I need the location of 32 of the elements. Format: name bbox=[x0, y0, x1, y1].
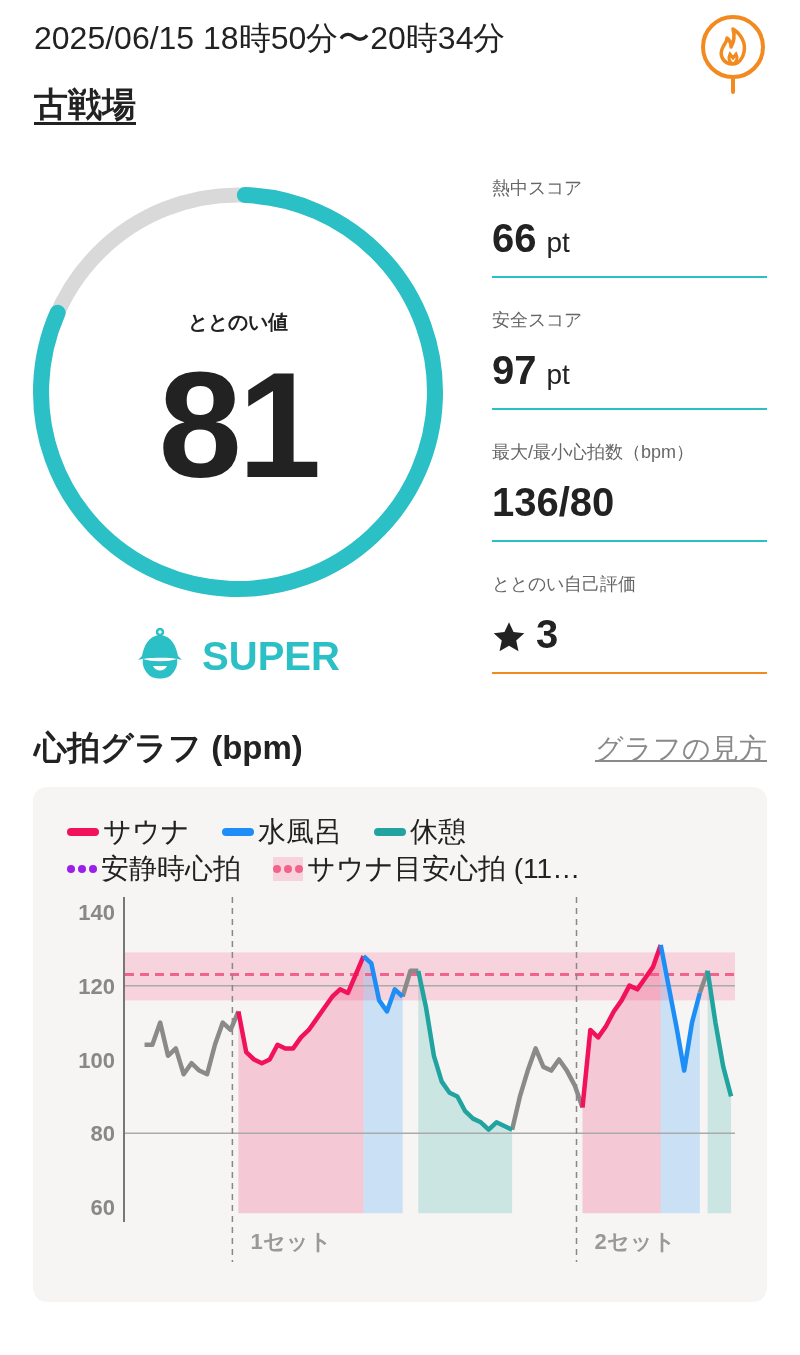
legend-swatch bbox=[273, 856, 303, 881]
stat-value: 66 bbox=[492, 216, 537, 261]
stat-label: 熱中スコア bbox=[492, 177, 583, 200]
stat-value: 136/80 bbox=[492, 480, 615, 525]
legend-label: 水風呂 bbox=[258, 814, 342, 849]
rank-label: SUPER bbox=[202, 633, 340, 679]
place-link[interactable]: 古戦場 bbox=[34, 82, 136, 126]
axis-label: 80 bbox=[90, 1121, 115, 1147]
stat-label: ととのい自己評価 bbox=[492, 573, 637, 596]
session-datetime: 2025/06/15 18時50分〜20時34分 bbox=[34, 19, 506, 58]
legend-swatch bbox=[67, 864, 97, 873]
score-label: ととのい値 bbox=[188, 310, 288, 334]
legend-label: 休憩 bbox=[410, 814, 466, 849]
stat-value: 97 bbox=[492, 348, 537, 393]
stat-label: 安全スコア bbox=[492, 309, 583, 332]
legend-label: サウナ bbox=[103, 814, 190, 849]
axis-label: 60 bbox=[90, 1195, 115, 1221]
legend-label: サウナ目安心拍 (11… bbox=[307, 851, 581, 886]
stat-unit: pt bbox=[546, 227, 570, 259]
stat-unit: pt bbox=[546, 359, 570, 391]
section-title: 心拍グラフ (bpm) bbox=[34, 728, 303, 768]
set-label: 2セット bbox=[594, 1229, 676, 1254]
set-label: 1セット bbox=[250, 1229, 332, 1254]
legend-label: 安静時心拍 bbox=[101, 851, 241, 886]
axis-label: 120 bbox=[78, 973, 115, 999]
stat-label: 最大/最小心拍数（bpm） bbox=[492, 441, 696, 464]
axis-label: 140 bbox=[78, 899, 115, 925]
star-icon bbox=[492, 620, 526, 654]
axis-label: 100 bbox=[78, 1047, 115, 1073]
stat-value: 3 bbox=[536, 612, 559, 657]
score-value: 81 bbox=[158, 350, 318, 500]
flame-pin-icon[interactable] bbox=[698, 14, 768, 96]
